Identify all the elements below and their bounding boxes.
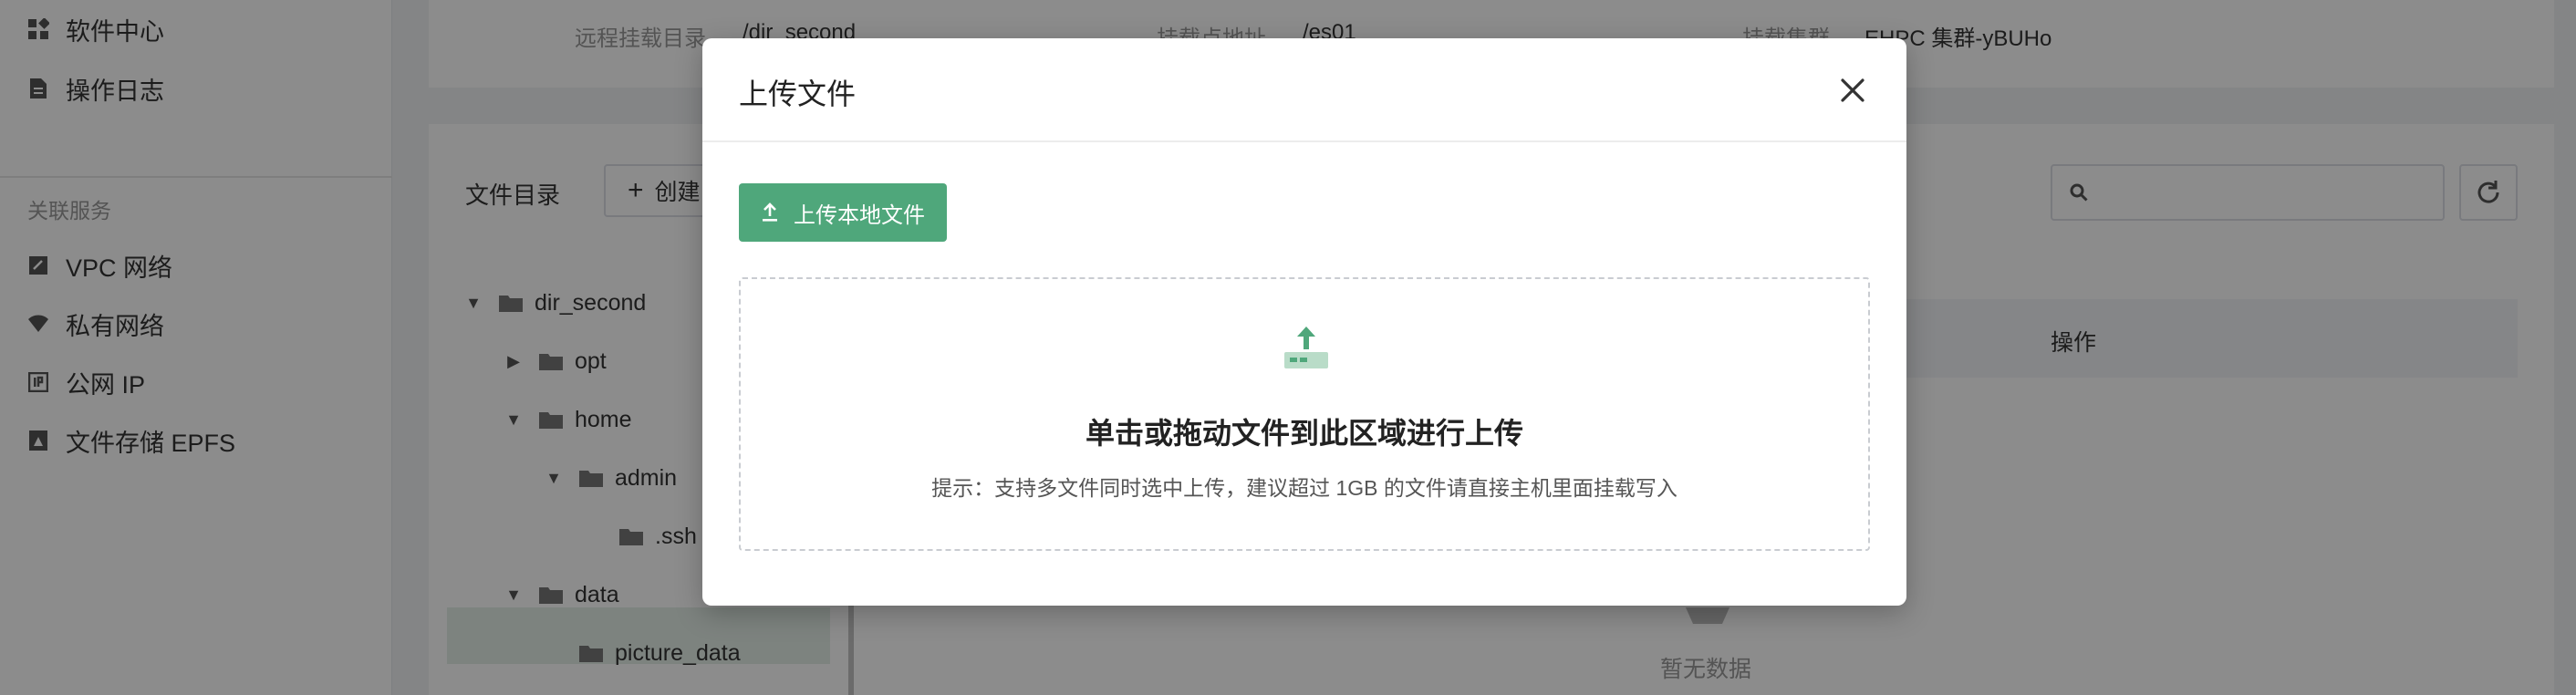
drop-zone-title: 单击或拖动文件到此区域进行上传 — [1085, 417, 1523, 450]
upload-local-file-label: 上传本地文件 — [794, 202, 925, 228]
upload-local-file-button[interactable]: 上传本地文件 — [739, 183, 947, 242]
dialog-header: 上传文件 — [702, 38, 1906, 142]
dialog-title: 上传文件 — [739, 78, 857, 110]
upload-icon — [761, 202, 779, 223]
close-icon — [1841, 78, 1864, 102]
upload-drop-zone[interactable]: 单击或拖动文件到此区域进行上传 提示：支持多文件同时选中上传，建议超过 1GB … — [739, 277, 1870, 551]
close-button[interactable] — [1832, 69, 1874, 111]
upload-tray-icon — [1284, 327, 1328, 368]
upload-file-dialog: 上传文件 上传本地文件 单击或拖动文件到此区域进行上传 提示：支持多文件同时选中… — [702, 38, 1906, 606]
drop-zone-hint: 提示：支持多文件同时选中上传，建议超过 1GB 的文件请直接主机里面挂载写入 — [931, 476, 1678, 500]
